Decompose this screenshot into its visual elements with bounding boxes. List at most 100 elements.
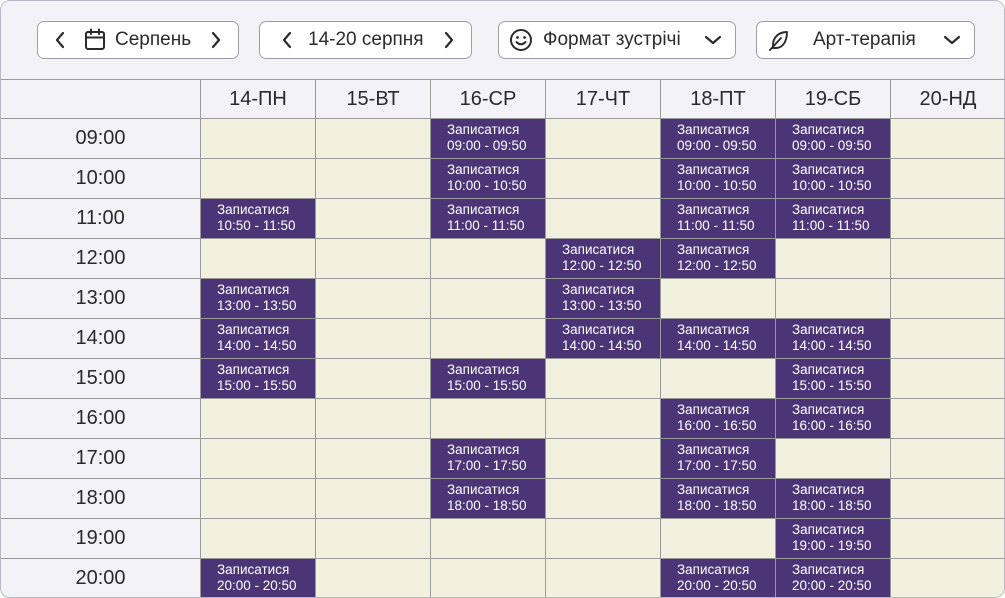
grid-cell bbox=[201, 479, 316, 519]
slot-time-label: 16:00 - 16:50 bbox=[677, 418, 757, 433]
day-header: 18-ПТ bbox=[661, 79, 776, 119]
slot-time-label: 15:00 - 15:50 bbox=[217, 378, 297, 393]
slot-action-label: Записатися bbox=[677, 322, 750, 337]
month-next-button[interactable] bbox=[204, 31, 228, 49]
book-slot-button[interactable]: Записатися 10:00 - 10:50 bbox=[431, 159, 545, 198]
grid-cell bbox=[316, 239, 431, 279]
book-slot-button[interactable]: Записатися 09:00 - 09:50 bbox=[661, 119, 775, 158]
grid-cell bbox=[891, 399, 1004, 439]
slot-action-label: Записатися bbox=[562, 322, 635, 337]
book-slot-button[interactable]: Записатися 15:00 - 15:50 bbox=[776, 359, 890, 398]
format-dropdown[interactable]: Формат зустрічі bbox=[498, 21, 736, 59]
book-slot-button[interactable]: Записатися 14:00 - 14:50 bbox=[201, 319, 315, 358]
slot-action-label: Записатися bbox=[677, 202, 750, 217]
book-slot-button[interactable]: Записатися 17:00 - 17:50 bbox=[431, 439, 545, 478]
slot-time-label: 15:00 - 15:50 bbox=[447, 378, 527, 393]
time-label: 17:00 bbox=[1, 439, 201, 479]
grid-cell bbox=[316, 119, 431, 159]
grid-cell: Записатися 14:00 - 14:50 bbox=[201, 319, 316, 359]
grid-cell bbox=[891, 319, 1004, 359]
book-slot-button[interactable]: Записатися 09:00 - 09:50 bbox=[776, 119, 890, 158]
grid-cell bbox=[546, 559, 661, 597]
grid-cell bbox=[431, 519, 546, 559]
book-slot-button[interactable]: Записатися 13:00 - 13:50 bbox=[201, 279, 315, 318]
book-slot-button[interactable]: Записатися 11:00 - 11:50 bbox=[776, 199, 890, 238]
book-slot-button[interactable]: Записатися 14:00 - 14:50 bbox=[661, 319, 775, 358]
grid-cell bbox=[316, 159, 431, 199]
book-slot-button[interactable]: Записатися 15:00 - 15:50 bbox=[201, 359, 315, 398]
slot-action-label: Записатися bbox=[677, 122, 750, 137]
week-next-button[interactable] bbox=[437, 31, 461, 49]
slot-action-label: Записатися bbox=[677, 562, 750, 577]
book-slot-button[interactable]: Записатися 18:00 - 18:50 bbox=[661, 479, 775, 518]
grid-cell bbox=[776, 279, 891, 319]
slot-time-label: 12:00 - 12:50 bbox=[677, 258, 757, 273]
book-slot-button[interactable]: Записатися 19:00 - 19:50 bbox=[776, 519, 890, 558]
slot-action-label: Записатися bbox=[447, 482, 520, 497]
grid-cell bbox=[316, 359, 431, 399]
grid-cell bbox=[201, 439, 316, 479]
grid-cell bbox=[546, 159, 661, 199]
book-slot-button[interactable]: Записатися 12:00 - 12:50 bbox=[661, 239, 775, 278]
book-slot-button[interactable]: Записатися 16:00 - 16:50 bbox=[776, 399, 890, 438]
book-slot-button[interactable]: Записатися 11:00 - 11:50 bbox=[431, 199, 545, 238]
slot-action-label: Записатися bbox=[792, 362, 865, 377]
slot-action-label: Записатися bbox=[792, 202, 865, 217]
grid-cell: Записатися 19:00 - 19:50 bbox=[776, 519, 891, 559]
week-prev-button[interactable] bbox=[260, 31, 314, 49]
grid-cell: Записатися 15:00 - 15:50 bbox=[201, 359, 316, 399]
book-slot-button[interactable]: Записатися 15:00 - 15:50 bbox=[431, 359, 545, 398]
grid-cell bbox=[201, 159, 316, 199]
grid-cell bbox=[316, 399, 431, 439]
book-slot-button[interactable]: Записатися 10:00 - 10:50 bbox=[776, 159, 890, 198]
slot-time-label: 15:00 - 15:50 bbox=[792, 378, 872, 393]
month-prev-button[interactable] bbox=[38, 31, 82, 49]
book-slot-button[interactable]: Записатися 14:00 - 14:50 bbox=[546, 319, 660, 358]
grid-cell bbox=[661, 279, 776, 319]
calendar-icon bbox=[82, 28, 108, 52]
slot-action-label: Записатися bbox=[792, 522, 865, 537]
slot-action-label: Записатися bbox=[217, 562, 290, 577]
slot-action-label: Записатися bbox=[677, 482, 750, 497]
time-label: 13:00 bbox=[1, 279, 201, 319]
slot-time-label: 11:00 - 11:50 bbox=[792, 218, 870, 233]
therapy-dropdown[interactable]: Арт-терапія bbox=[756, 21, 975, 59]
book-slot-button[interactable]: Записатися 11:00 - 11:50 bbox=[661, 199, 775, 238]
book-slot-button[interactable]: Записатися 20:00 - 20:50 bbox=[661, 559, 775, 597]
book-slot-button[interactable]: Записатися 09:00 - 09:50 bbox=[431, 119, 545, 158]
grid-cell bbox=[431, 239, 546, 279]
grid-cell: Записатися 18:00 - 18:50 bbox=[661, 479, 776, 519]
grid-cell: Записатися 14:00 - 14:50 bbox=[661, 319, 776, 359]
book-slot-button[interactable]: Записатися 16:00 - 16:50 bbox=[661, 399, 775, 438]
grid-cell: Записатися 17:00 - 17:50 bbox=[431, 439, 546, 479]
book-slot-button[interactable]: Записатися 10:50 - 11:50 bbox=[201, 199, 315, 238]
therapy-label: Арт-терапія bbox=[813, 29, 916, 50]
slot-time-label: 10:00 - 10:50 bbox=[677, 178, 757, 193]
book-slot-button[interactable]: Записатися 10:00 - 10:50 bbox=[661, 159, 775, 198]
slot-time-label: 18:00 - 18:50 bbox=[447, 498, 527, 513]
grid-cell: Записатися 18:00 - 18:50 bbox=[431, 479, 546, 519]
slot-time-label: 11:00 - 11:50 bbox=[447, 218, 525, 233]
slot-time-label: 17:00 - 17:50 bbox=[447, 458, 527, 473]
slot-time-label: 09:00 - 09:50 bbox=[677, 138, 757, 153]
slot-time-label: 09:00 - 09:50 bbox=[792, 138, 872, 153]
grid-cell bbox=[891, 279, 1004, 319]
day-header: 16-СР bbox=[431, 79, 546, 119]
grid-cell bbox=[891, 239, 1004, 279]
book-slot-button[interactable]: Записатися 20:00 - 20:50 bbox=[201, 559, 315, 597]
month-label: Серпень bbox=[115, 29, 192, 50]
slot-action-label: Записатися bbox=[447, 362, 520, 377]
book-slot-button[interactable]: Записатися 14:00 - 14:50 bbox=[776, 319, 890, 358]
book-slot-button[interactable]: Записатися 17:00 - 17:50 bbox=[661, 439, 775, 478]
chevron-down-icon bbox=[703, 34, 723, 46]
grid-cell: Записатися 13:00 - 13:50 bbox=[546, 279, 661, 319]
book-slot-button[interactable]: Записатися 20:00 - 20:50 bbox=[776, 559, 890, 597]
book-slot-button[interactable]: Записатися 12:00 - 12:50 bbox=[546, 239, 660, 278]
book-slot-button[interactable]: Записатися 18:00 - 18:50 bbox=[776, 479, 890, 518]
grid-cell: Записатися 20:00 - 20:50 bbox=[201, 559, 316, 597]
slot-action-label: Записатися bbox=[677, 242, 750, 257]
book-slot-button[interactable]: Записатися 18:00 - 18:50 bbox=[431, 479, 545, 518]
grid-cell bbox=[316, 199, 431, 239]
time-label: 15:00 bbox=[1, 359, 201, 399]
book-slot-button[interactable]: Записатися 13:00 - 13:50 bbox=[546, 279, 660, 318]
